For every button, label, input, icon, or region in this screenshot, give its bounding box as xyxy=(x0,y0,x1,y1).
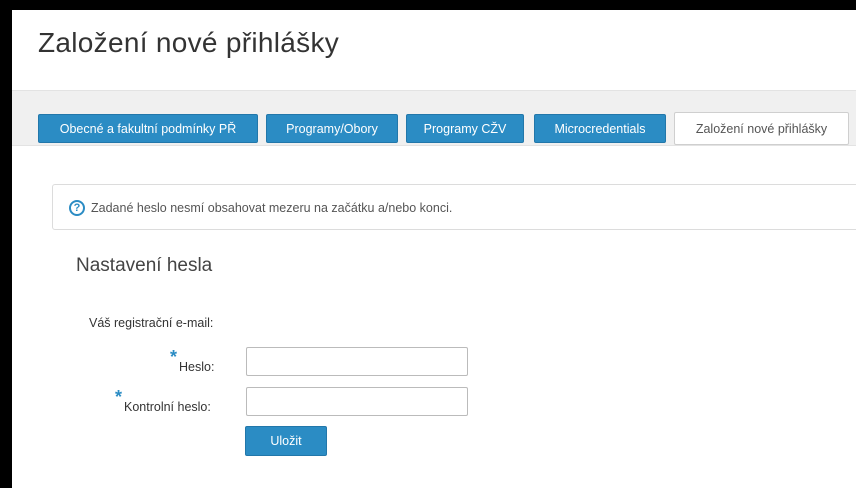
question-circle-icon: ? xyxy=(69,200,85,216)
confirm-password-field[interactable] xyxy=(246,387,468,416)
tab-programs-czv[interactable]: Programy CŽV xyxy=(406,114,524,143)
section-title: Nastavení hesla xyxy=(76,255,213,276)
tab-new-application[interactable]: Založení nové přihlášky xyxy=(674,112,849,145)
info-box: ? Zadané heslo nesmí obsahovat mezeru na… xyxy=(52,184,856,230)
info-text: Zadané heslo nesmí obsahovat mezeru na z… xyxy=(91,201,453,215)
page-title: Založení nové přihlášky xyxy=(38,27,340,58)
tab-programs[interactable]: Programy/Obory xyxy=(266,114,398,143)
confirm-password-label: Kontrolní heslo: xyxy=(124,400,211,414)
email-label: Váš registrační e-mail: xyxy=(89,316,214,330)
save-button[interactable]: Uložit xyxy=(245,426,327,456)
page-frame: Založení nové přihlášky Obecné a fakultn… xyxy=(12,10,856,488)
password-label: Heslo: xyxy=(179,360,215,374)
required-asterisk-icon: * xyxy=(170,347,178,367)
tab-conditions[interactable]: Obecné a fakultní podmínky PŘ xyxy=(38,114,258,143)
nav-bar: Obecné a fakultní podmínky PŘ Programy/O… xyxy=(12,90,856,146)
password-field[interactable] xyxy=(246,347,468,376)
tab-microcredentials[interactable]: Microcredentials xyxy=(534,114,666,143)
required-asterisk-icon: * xyxy=(115,387,123,407)
